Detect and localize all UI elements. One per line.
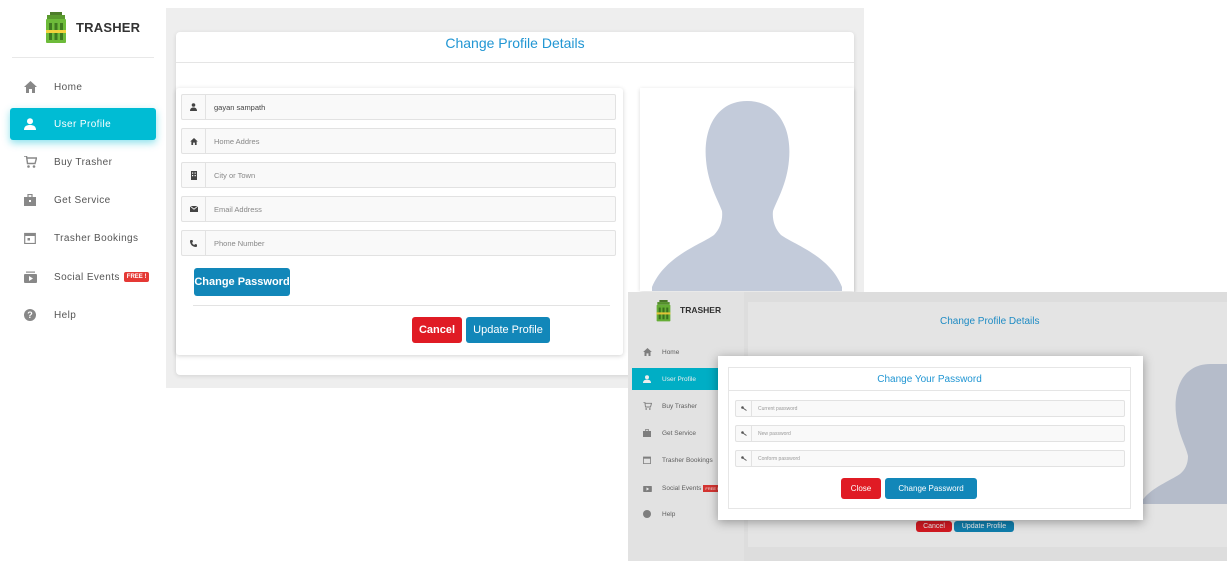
key-icon xyxy=(736,401,752,416)
phone-field-group xyxy=(181,230,616,256)
email-input[interactable] xyxy=(206,204,606,214)
briefcase-icon xyxy=(21,191,39,209)
sidebar-item-buy-trasher[interactable]: Buy Trasher xyxy=(10,146,156,178)
person-icon xyxy=(21,115,39,133)
profile-form: Change Password Cancel Update Profile xyxy=(176,88,623,355)
sidebar-item-label: Help xyxy=(54,309,77,321)
sidebar-divider xyxy=(12,57,154,58)
new-password-input[interactable] xyxy=(752,430,1112,437)
home-icon xyxy=(182,129,206,153)
form-divider xyxy=(193,305,610,306)
title-divider xyxy=(176,62,854,63)
address-input[interactable] xyxy=(206,136,606,146)
sidebar-item-label: Home xyxy=(54,81,83,93)
free-badge: FREE ! xyxy=(123,272,150,282)
sidebar-item-label: Buy Trasher xyxy=(54,156,113,168)
cart-icon xyxy=(21,153,39,171)
address-field-group xyxy=(181,128,616,154)
modal-divider xyxy=(729,390,1130,391)
trasher-logo-icon xyxy=(45,12,67,44)
sidebar-item-help[interactable]: ? Help xyxy=(10,299,156,331)
building-icon xyxy=(182,163,206,187)
city-field-group xyxy=(181,162,616,188)
sidebar-item-social-events[interactable]: Social Events FREE ! xyxy=(10,261,156,293)
sidebar-item-get-service[interactable]: Get Service xyxy=(10,184,156,216)
svg-text:?: ? xyxy=(27,310,33,320)
key-icon xyxy=(736,426,752,441)
sidebar: TRASHER Home User Profile Buy Trasher Ge… xyxy=(0,0,166,561)
city-input[interactable] xyxy=(206,170,606,180)
current-password-input[interactable] xyxy=(752,405,1112,412)
page-title: Change Profile Details xyxy=(445,35,585,51)
current-password-group xyxy=(735,400,1125,417)
email-field-group xyxy=(181,196,616,222)
change-password-button[interactable]: Change Password xyxy=(194,268,290,296)
sidebar-item-label: Get Service xyxy=(54,194,111,206)
phone-input[interactable] xyxy=(206,238,606,248)
sidebar-item-label: Social Events xyxy=(54,271,120,283)
help-icon: ? xyxy=(21,306,39,324)
confirm-password-input[interactable] xyxy=(752,455,1112,462)
phone-icon xyxy=(182,231,206,255)
sidebar-item-label: User Profile xyxy=(54,118,112,130)
close-button[interactable]: Close xyxy=(841,478,881,499)
sidebar-item-trasher-bookings[interactable]: Trasher Bookings xyxy=(10,222,156,254)
calendar-icon xyxy=(21,229,39,247)
name-field-group xyxy=(181,94,616,120)
person-icon xyxy=(182,95,206,119)
sidebar-item-home[interactable]: Home xyxy=(10,71,156,103)
sidebar-item-label: Trasher Bookings xyxy=(54,232,139,244)
cancel-button[interactable]: Cancel xyxy=(412,317,462,343)
submit-change-password-button[interactable]: Change Password xyxy=(885,478,977,499)
events-icon xyxy=(21,268,39,286)
key-icon xyxy=(736,451,752,466)
change-password-form: Change Your Password Close Change Passwo… xyxy=(728,367,1131,509)
update-profile-button[interactable]: Update Profile xyxy=(466,317,550,343)
new-password-group xyxy=(735,425,1125,442)
name-input[interactable] xyxy=(206,102,606,112)
app-logo-text: TRASHER xyxy=(76,20,141,35)
avatar-card xyxy=(640,88,854,291)
modal-title: Change Your Password xyxy=(877,374,982,385)
avatar-placeholder-icon xyxy=(652,101,842,291)
home-icon xyxy=(21,78,39,96)
confirm-password-group xyxy=(735,450,1125,467)
sidebar-item-user-profile[interactable]: User Profile xyxy=(10,108,156,140)
envelope-icon xyxy=(182,197,206,221)
